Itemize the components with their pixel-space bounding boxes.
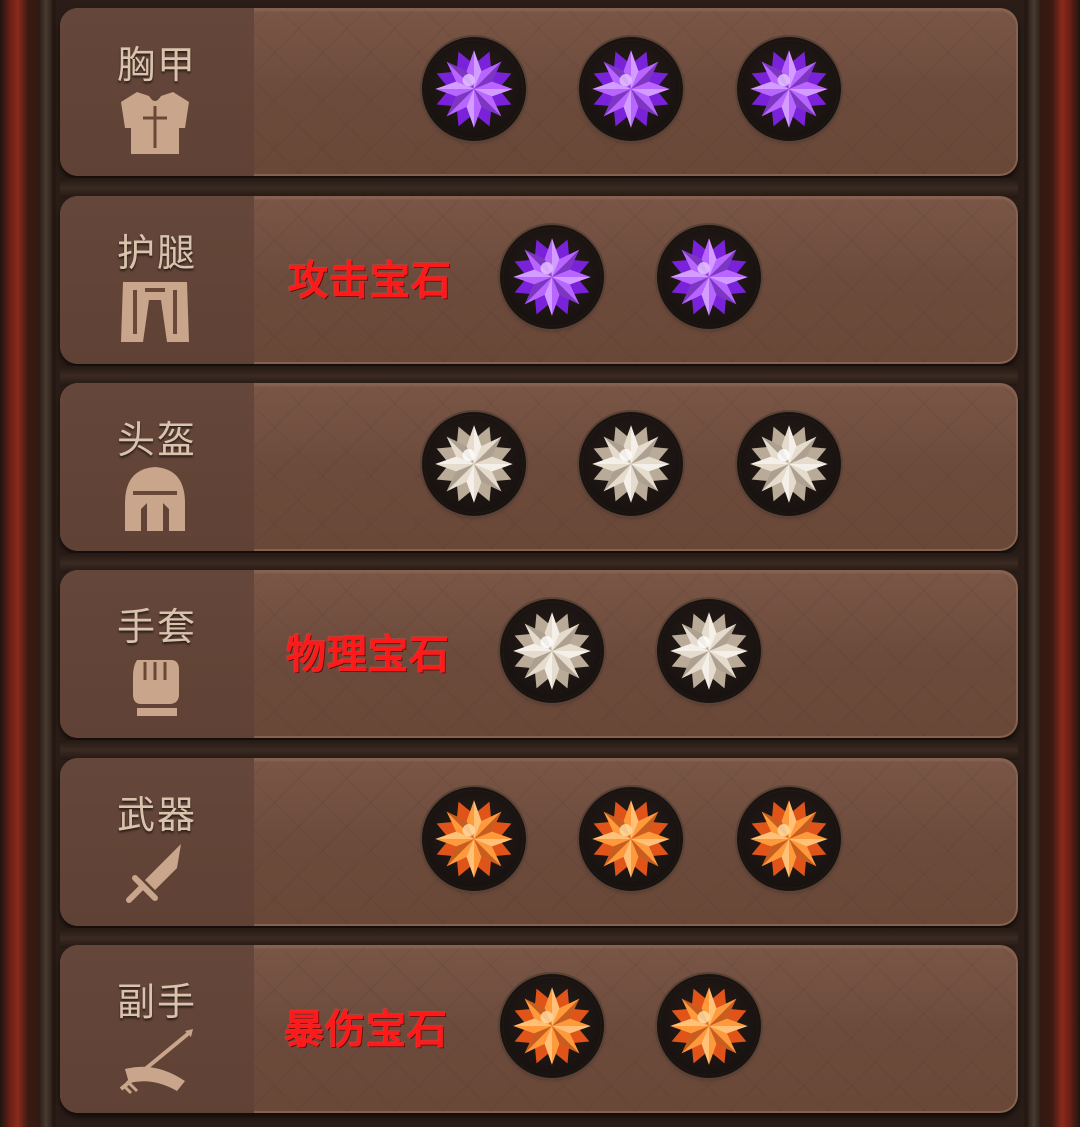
white-gem-slot[interactable] xyxy=(660,602,758,700)
helmet-icon xyxy=(125,467,185,531)
glove-fist-icon xyxy=(133,660,179,716)
white-gem-slot[interactable] xyxy=(740,415,838,513)
orange-gem-slot[interactable] xyxy=(660,977,758,1075)
leg-armor-icon xyxy=(121,282,189,342)
purple-gem-slot[interactable] xyxy=(425,40,523,138)
offhand-bow-icon xyxy=(119,1029,193,1095)
equipment-category: 胸甲 xyxy=(60,8,254,176)
orange-gem-slot[interactable] xyxy=(740,790,838,888)
equipment-label: 头盔 xyxy=(116,418,197,462)
equipment-category: 手套 xyxy=(60,570,254,738)
gem-icon xyxy=(750,425,828,503)
physical-gem-annotation: 物理宝石 xyxy=(286,631,450,678)
gem-icon xyxy=(670,238,748,316)
gem-icon xyxy=(670,612,748,690)
gem-icon xyxy=(670,987,748,1065)
white-gem-slot[interactable] xyxy=(425,415,523,513)
gem-icon xyxy=(435,50,513,128)
orange-gem-slot[interactable] xyxy=(582,790,680,888)
equipment-label: 副手 xyxy=(116,980,197,1024)
row-divider xyxy=(60,178,1018,198)
white-gem-slot[interactable] xyxy=(503,602,601,700)
equipment-label: 武器 xyxy=(116,793,197,837)
equipment-label: 胸甲 xyxy=(116,43,197,87)
equipment-row-weapon: 武器 xyxy=(60,758,1018,926)
equipment-row-helmet: 头盔 xyxy=(60,383,1018,551)
left-frame-border xyxy=(0,0,56,1127)
equipment-label: 手套 xyxy=(116,605,197,649)
gem-icon xyxy=(592,425,670,503)
purple-gem-slot[interactable] xyxy=(740,40,838,138)
gem-icon xyxy=(513,987,591,1065)
crit-damage-gem-annotation: 暴伤宝石 xyxy=(284,1006,448,1053)
purple-gem-slot[interactable] xyxy=(660,228,758,326)
gem-icon xyxy=(750,50,828,128)
purple-gem-slot[interactable] xyxy=(582,40,680,138)
gem-icon xyxy=(592,800,670,878)
equipment-category: 副手 xyxy=(60,945,254,1113)
equipment-row-offhand: 副手 暴伤宝石 xyxy=(60,945,1018,1113)
gem-icon xyxy=(513,612,591,690)
attack-gem-annotation: 攻击宝石 xyxy=(288,257,452,304)
equipment-category: 护腿 xyxy=(60,196,254,364)
sword-icon xyxy=(126,844,181,903)
orange-gem-slot[interactable] xyxy=(425,790,523,888)
row-divider xyxy=(60,740,1018,760)
equipment-category: 武器 xyxy=(60,758,254,926)
purple-gem-slot[interactable] xyxy=(503,228,601,326)
equipment-category: 头盔 xyxy=(60,383,254,551)
equipment-label: 护腿 xyxy=(116,231,197,275)
equipment-row-gloves: 手套 物理宝石 xyxy=(60,570,1018,738)
gem-icon xyxy=(513,238,591,316)
white-gem-slot[interactable] xyxy=(582,415,680,513)
right-frame-border xyxy=(1024,0,1080,1127)
equipment-row-chest: 胸甲 xyxy=(60,8,1018,176)
chest-armor-icon xyxy=(121,92,189,154)
gem-icon xyxy=(592,50,670,128)
gem-icon xyxy=(750,800,828,878)
orange-gem-slot[interactable] xyxy=(503,977,601,1075)
equipment-row-legs: 护腿 攻击宝石 xyxy=(60,196,1018,364)
gem-icon xyxy=(435,425,513,503)
gem-icon xyxy=(435,800,513,878)
